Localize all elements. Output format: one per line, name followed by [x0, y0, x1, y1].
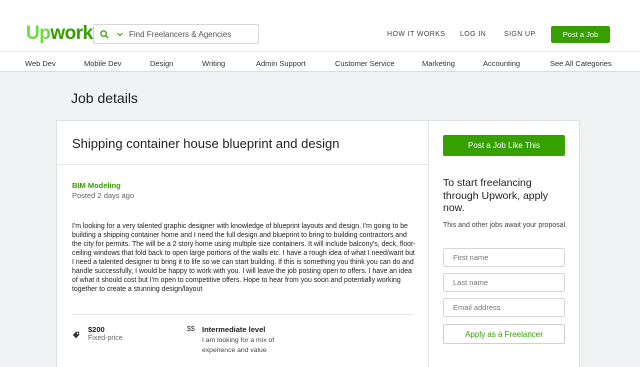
- posted-time: Posted 2 days ago: [72, 191, 135, 200]
- sidebar-heading: To start freelancing through Upwork, app…: [443, 177, 549, 214]
- apply-as-freelancer-button[interactable]: Apply as a Freelancer: [443, 324, 565, 344]
- category-customer-service[interactable]: Customer Service: [335, 59, 395, 68]
- category-marketing[interactable]: Marketing: [422, 59, 455, 68]
- how-it-works-link[interactable]: HOW IT WORKS: [387, 31, 445, 38]
- category-writing[interactable]: Writing: [202, 59, 225, 68]
- category-web-dev[interactable]: Web Dev: [25, 59, 56, 68]
- post-job-like-this-button[interactable]: Post a Job Like This: [443, 135, 565, 156]
- category-bar: Web Dev Mobile Dev Design Writing Admin …: [0, 51, 640, 72]
- apply-sidebar: Post a Job Like This To start freelancin…: [428, 121, 581, 367]
- post-job-button[interactable]: Post a Job: [551, 26, 610, 43]
- category-mobile-dev[interactable]: Mobile Dev: [84, 59, 122, 68]
- page-title: Job details: [71, 90, 138, 106]
- job-price: $200: [88, 325, 105, 334]
- job-category-link[interactable]: BIM Modeling: [72, 181, 121, 190]
- divider: [72, 314, 413, 315]
- signup-link[interactable]: SIGN UP: [504, 31, 536, 38]
- search-input[interactable]: Find Freelancers & Agencies: [129, 30, 231, 39]
- chevron-down-icon[interactable]: [117, 32, 125, 37]
- job-card: Shipping container house blueprint and d…: [56, 120, 580, 367]
- job-main: Shipping container house blueprint and d…: [57, 121, 428, 367]
- search-box[interactable]: Find Freelancers & Agencies: [93, 24, 259, 44]
- price-type: Fixed-price: [88, 335, 123, 342]
- login-link[interactable]: LOG IN: [460, 31, 486, 38]
- job-description: I'm looking for a very talented graphic …: [72, 223, 416, 293]
- logo-work: work: [50, 23, 93, 44]
- sidebar-subtext: This and other jobs await your proposal.: [443, 222, 568, 229]
- last-name-field[interactable]: [443, 273, 565, 292]
- email-field[interactable]: [443, 298, 565, 317]
- category-design[interactable]: Design: [150, 59, 173, 68]
- logo-up: Up: [26, 23, 51, 44]
- category-accounting[interactable]: Accounting: [483, 59, 520, 68]
- job-title: Shipping container house blueprint and d…: [72, 136, 340, 151]
- experience-level-icon: $$: [187, 326, 195, 333]
- upwork-logo[interactable]: Upwork: [26, 23, 93, 45]
- price-tag-icon: [72, 326, 80, 339]
- top-navbar: Upwork Find Freelancers & Agencies HOW I…: [0, 0, 640, 51]
- divider: [57, 164, 428, 165]
- first-name-field[interactable]: [443, 248, 565, 267]
- experience-level-description: I am looking for a mix of experience and…: [202, 337, 275, 354]
- category-admin-support[interactable]: Admin Support: [256, 59, 306, 68]
- search-icon[interactable]: [100, 29, 116, 39]
- category-see-all[interactable]: See All Categories: [550, 59, 612, 68]
- experience-level: Intermediate level: [202, 325, 266, 334]
